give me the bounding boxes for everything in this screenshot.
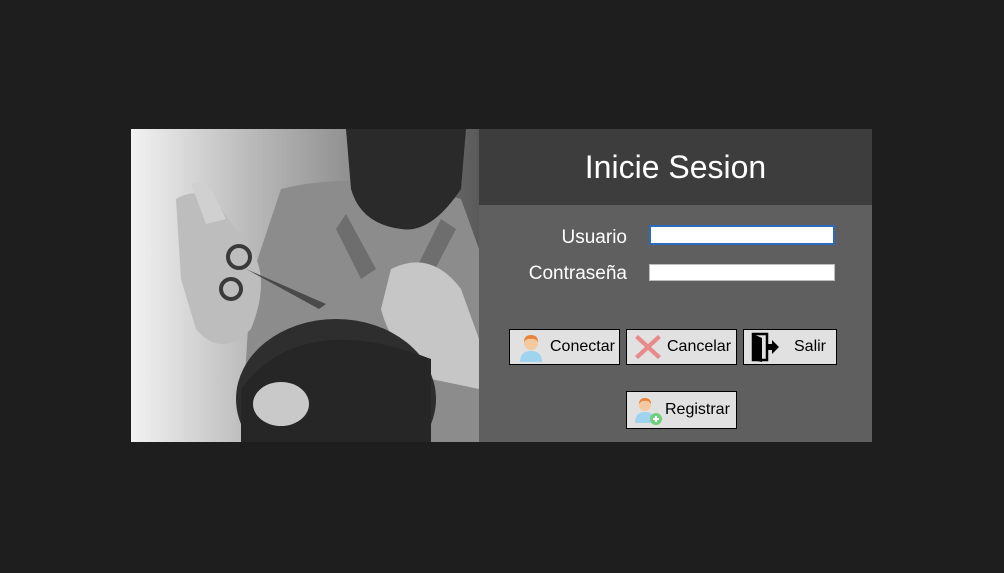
password-field[interactable]: [649, 264, 835, 281]
door-exit-icon: [750, 332, 780, 362]
barber-photo: [131, 129, 479, 442]
login-header: Inicie Sesion: [479, 129, 872, 205]
x-icon: [633, 332, 663, 362]
login-form: Usuario Contraseña Conectar Cancelar Sal…: [479, 205, 872, 442]
register-label: Registrar: [665, 401, 730, 418]
login-title: Inicie Sesion: [584, 149, 767, 185]
user-add-icon: [633, 395, 663, 425]
cancel-button[interactable]: Cancelar: [626, 329, 737, 365]
password-label: Contraseña: [528, 263, 627, 284]
connect-button[interactable]: Conectar: [509, 329, 620, 365]
login-dialog: Inicie Sesion Usuario Contraseña Conecta…: [131, 129, 872, 442]
user-icon: [516, 332, 546, 362]
username-field[interactable]: [649, 225, 835, 245]
exit-label: Salir: [794, 338, 827, 355]
exit-button[interactable]: Salir: [743, 329, 837, 365]
connect-label: Conectar: [550, 338, 615, 355]
username-label: Usuario: [561, 227, 627, 248]
cancel-label: Cancelar: [667, 338, 732, 355]
register-button[interactable]: Registrar: [626, 391, 737, 429]
